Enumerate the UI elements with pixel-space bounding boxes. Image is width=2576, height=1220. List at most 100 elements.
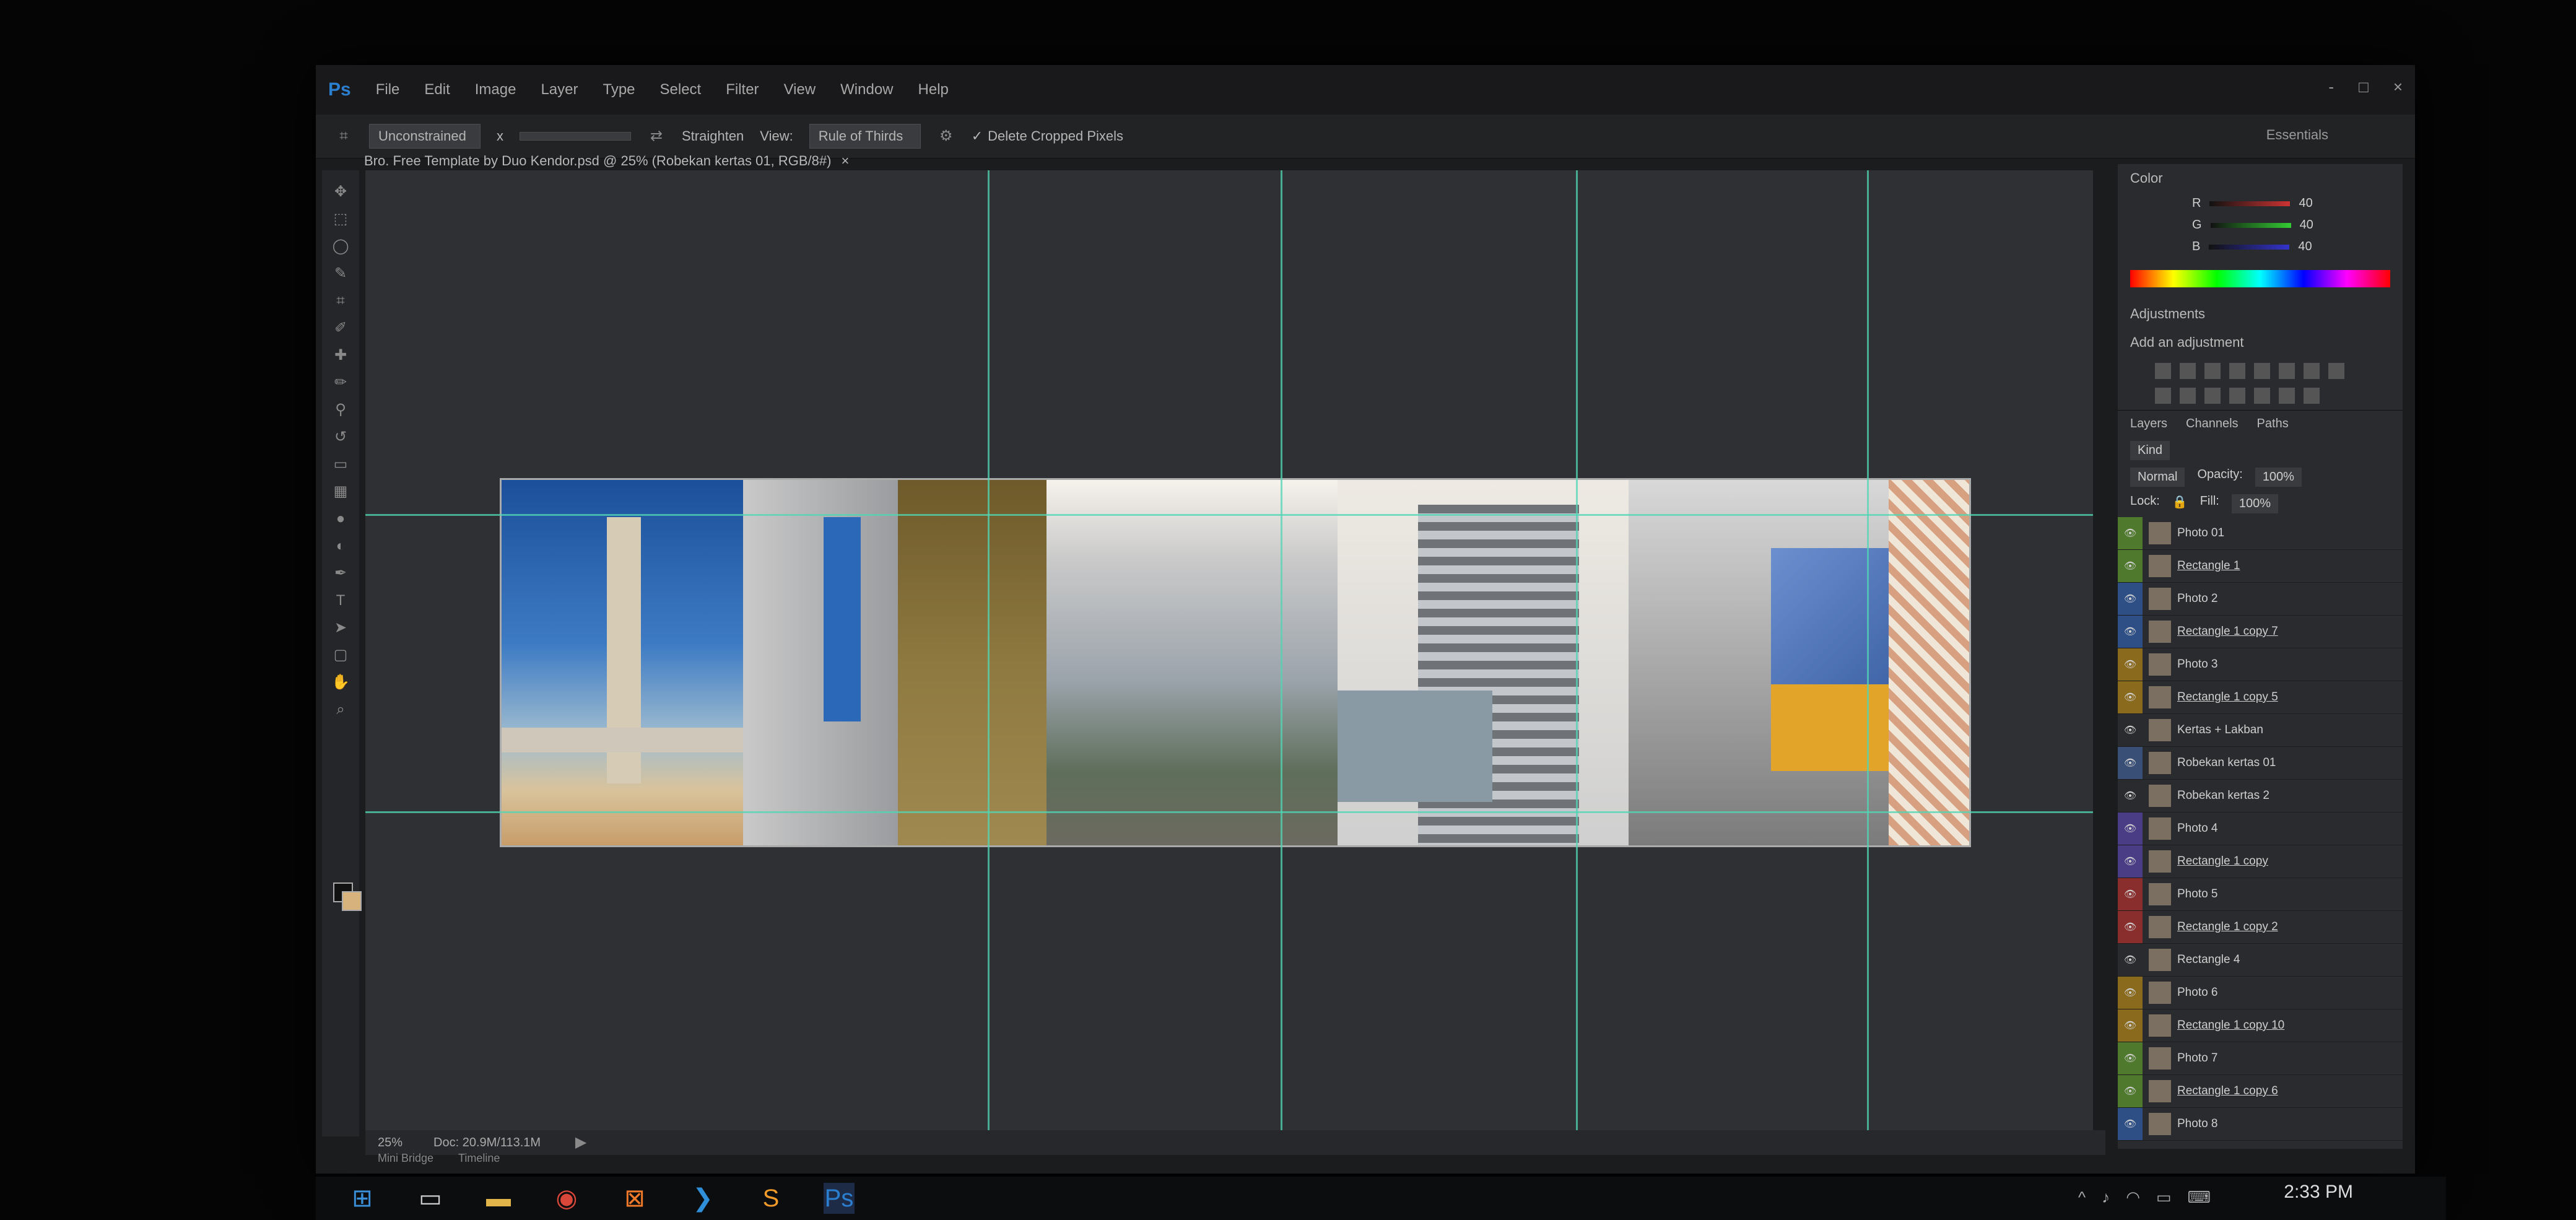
type-tool-icon[interactable]: T bbox=[331, 591, 350, 610]
stamp-tool-icon[interactable]: ⚲ bbox=[331, 401, 350, 419]
fill-field[interactable]: 100% bbox=[2231, 494, 2278, 513]
lasso-tool-icon[interactable]: ◯ bbox=[331, 237, 350, 256]
visibility-eye-icon[interactable]: 👁 bbox=[2118, 813, 2143, 845]
photo-filter-icon[interactable] bbox=[2155, 388, 2171, 404]
visibility-eye-icon[interactable]: 👁 bbox=[2118, 616, 2143, 648]
sublime-icon[interactable]: S bbox=[755, 1183, 786, 1214]
healing-tool-icon[interactable]: ✚ bbox=[331, 346, 350, 365]
task-view-icon[interactable]: ▭ bbox=[415, 1183, 446, 1214]
gear-icon[interactable]: ⚙ bbox=[937, 127, 955, 146]
zoom-level[interactable]: 25% bbox=[378, 1136, 402, 1150]
pen-tool-icon[interactable]: ✒ bbox=[331, 564, 350, 583]
layer-row[interactable]: 👁 Photo 7 bbox=[2118, 1042, 2403, 1075]
visibility-eye-icon[interactable]: 👁 bbox=[2118, 977, 2143, 1009]
visibility-eye-icon[interactable]: 👁 bbox=[2118, 1009, 2143, 1042]
color-spectrum[interactable] bbox=[2130, 270, 2390, 287]
guide-horizontal[interactable] bbox=[365, 811, 2093, 813]
gradient-tool-icon[interactable]: ▦ bbox=[331, 482, 350, 501]
brightness-icon[interactable] bbox=[2155, 363, 2171, 379]
dodge-tool-icon[interactable]: ◐ bbox=[331, 537, 350, 556]
marquee-tool-icon[interactable]: ⬚ bbox=[331, 210, 350, 229]
layer-row[interactable]: 👁 Photo 4 bbox=[2118, 813, 2403, 845]
file-explorer-icon[interactable]: ▬ bbox=[483, 1183, 514, 1214]
history-brush-icon[interactable]: ↺ bbox=[331, 428, 350, 447]
layer-row[interactable]: 👁 Rectangle 1 copy 2 bbox=[2118, 911, 2403, 944]
visibility-eye-icon[interactable]: 👁 bbox=[2118, 747, 2143, 779]
visibility-eye-icon[interactable]: 👁 bbox=[2118, 1108, 2143, 1140]
blur-tool-icon[interactable]: ● bbox=[331, 510, 350, 528]
move-tool-icon[interactable]: ✥ bbox=[331, 183, 350, 201]
blend-mode-select[interactable]: Normal bbox=[2130, 468, 2185, 487]
channel-value[interactable]: 40 bbox=[2299, 196, 2312, 211]
zoom-tool-icon[interactable]: ⌕ bbox=[331, 700, 350, 719]
workspace-switcher[interactable]: Essentials bbox=[2266, 127, 2328, 143]
menu-window[interactable]: Window bbox=[840, 81, 893, 98]
eraser-tool-icon[interactable]: ▭ bbox=[331, 455, 350, 474]
layer-row[interactable]: 👁 Rectangle 1 copy bbox=[2118, 845, 2403, 878]
path-select-icon[interactable]: ➤ bbox=[331, 619, 350, 637]
ratio-select[interactable]: Unconstrained bbox=[369, 124, 481, 149]
guide-vertical[interactable] bbox=[1867, 170, 1869, 1130]
menu-view[interactable]: View bbox=[784, 81, 816, 98]
minimize-button[interactable]: - bbox=[2328, 77, 2334, 97]
channel-mixer-icon[interactable] bbox=[2180, 388, 2196, 404]
visibility-eye-icon[interactable]: 👁 bbox=[2118, 681, 2143, 713]
layer-row[interactable]: 👁 Robekan kertas 2 bbox=[2118, 780, 2403, 813]
visibility-eye-icon[interactable]: 👁 bbox=[2118, 944, 2143, 976]
visibility-eye-icon[interactable]: 👁 bbox=[2118, 648, 2143, 681]
guide-vertical[interactable] bbox=[1576, 170, 1578, 1130]
layer-row[interactable]: 👁 Photo 2 bbox=[2118, 583, 2403, 616]
visibility-eye-icon[interactable]: 👁 bbox=[2118, 517, 2143, 549]
layer-row[interactable]: 👁 Robekan kertas 01 bbox=[2118, 747, 2403, 780]
layer-row[interactable]: 👁 Photo 8 bbox=[2118, 1108, 2403, 1141]
green-slider[interactable] bbox=[2210, 222, 2291, 228]
photoshop-taskbar-icon[interactable]: Ps bbox=[824, 1183, 855, 1214]
menu-help[interactable]: Help bbox=[918, 81, 949, 98]
guide-vertical[interactable] bbox=[1281, 170, 1282, 1130]
crop-tool-icon[interactable]: ⌗ bbox=[331, 292, 350, 310]
maximize-button[interactable]: □ bbox=[2359, 77, 2369, 97]
layer-row[interactable]: 👁 Rectangle 1 copy 10 bbox=[2118, 1009, 2403, 1042]
vscode-icon[interactable]: ❯ bbox=[687, 1183, 718, 1214]
color-panel-title[interactable]: Color bbox=[2118, 164, 2403, 193]
ratio-height-field[interactable] bbox=[520, 132, 631, 141]
color-swatches[interactable] bbox=[333, 882, 362, 911]
visibility-eye-icon[interactable]: 👁 bbox=[2118, 780, 2143, 812]
straighten-button[interactable]: Straighten bbox=[682, 128, 744, 144]
opacity-field[interactable]: 100% bbox=[2255, 468, 2302, 487]
close-document-icon[interactable]: × bbox=[841, 153, 849, 169]
crop-icon[interactable]: ⌗ bbox=[334, 127, 353, 146]
menu-filter[interactable]: Filter bbox=[726, 81, 759, 98]
tab-timeline[interactable]: Timeline bbox=[458, 1152, 500, 1170]
vibrance-icon[interactable] bbox=[2254, 363, 2270, 379]
menu-select[interactable]: Select bbox=[660, 81, 702, 98]
collage-artwork[interactable] bbox=[502, 480, 1969, 845]
lock-icon[interactable]: 🔒 bbox=[2172, 494, 2188, 513]
keyboard-icon[interactable]: ⌨ bbox=[2187, 1188, 2211, 1207]
layer-row[interactable]: 👁 Photo 01 bbox=[2118, 517, 2403, 550]
layer-row[interactable]: 👁 Rectangle 4 bbox=[2118, 944, 2403, 977]
document-canvas[interactable] bbox=[365, 170, 2093, 1130]
guide-vertical[interactable] bbox=[988, 170, 990, 1130]
adjustments-title[interactable]: Adjustments bbox=[2118, 300, 2403, 328]
layer-row[interactable]: 👁 Kertas + Lakban bbox=[2118, 714, 2403, 747]
exposure-icon[interactable] bbox=[2229, 363, 2245, 379]
swap-icon[interactable]: ⇄ bbox=[647, 127, 666, 146]
menu-file[interactable]: File bbox=[376, 81, 400, 98]
visibility-eye-icon[interactable]: 👁 bbox=[2118, 845, 2143, 878]
close-button[interactable]: × bbox=[2393, 77, 2403, 97]
wifi-icon[interactable]: ◠ bbox=[2126, 1188, 2140, 1207]
visibility-eye-icon[interactable]: 👁 bbox=[2118, 878, 2143, 910]
kind-filter[interactable]: Kind bbox=[2130, 441, 2170, 460]
tab-layers[interactable]: Layers bbox=[2130, 417, 2167, 431]
tab-mini-bridge[interactable]: Mini Bridge bbox=[378, 1152, 433, 1170]
black-white-icon[interactable] bbox=[2328, 363, 2344, 379]
visibility-eye-icon[interactable]: 👁 bbox=[2118, 714, 2143, 746]
play-arrow-icon[interactable]: ▶ bbox=[572, 1133, 590, 1152]
gradient-map-icon[interactable] bbox=[2304, 388, 2320, 404]
color-lookup-icon[interactable] bbox=[2204, 388, 2221, 404]
visibility-eye-icon[interactable]: 👁 bbox=[2118, 583, 2143, 615]
color-balance-icon[interactable] bbox=[2304, 363, 2320, 379]
layer-row[interactable]: 👁 Rectangle 1 copy 6 bbox=[2118, 1075, 2403, 1108]
volume-icon[interactable]: ♪ bbox=[2102, 1188, 2110, 1207]
